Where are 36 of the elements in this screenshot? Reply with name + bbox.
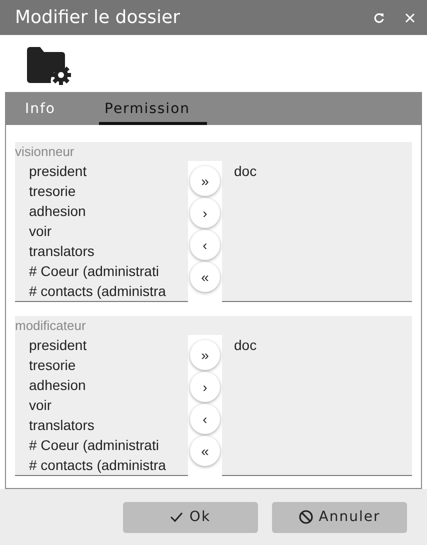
list-item[interactable]: tresorie: [29, 355, 188, 375]
ok-button[interactable]: Ok: [123, 502, 258, 532]
list-item[interactable]: voir: [29, 221, 188, 241]
section-label: modificateur: [15, 317, 87, 335]
refresh-icon[interactable]: [373, 12, 385, 24]
section-label: visionneur: [15, 143, 76, 161]
transfer-button[interactable]: »: [190, 166, 220, 196]
list-item[interactable]: voir: [29, 395, 188, 415]
list-item[interactable]: adhesion: [29, 375, 188, 395]
list-item[interactable]: tresorie: [29, 181, 188, 201]
transfer-button[interactable]: «: [190, 262, 220, 292]
tab[interactable]: Permission: [98, 96, 208, 125]
check-icon: [170, 512, 184, 522]
list-item[interactable]: doc: [234, 161, 412, 181]
transfer-button[interactable]: »: [190, 340, 220, 370]
list-item[interactable]: # contacts (administra: [29, 281, 188, 301]
list-item[interactable]: translators: [29, 241, 188, 261]
tab[interactable]: Info: [19, 96, 72, 125]
transfer-button[interactable]: ›: [190, 372, 220, 402]
folder-gear-icon: [27, 47, 73, 87]
transfer-button[interactable]: ›: [190, 198, 220, 228]
list-item[interactable]: # Coeur (administrati: [29, 435, 188, 455]
cancel-button[interactable]: Annuler: [272, 502, 407, 532]
list-item[interactable]: # Coeur (administrati: [29, 261, 188, 281]
transfer-button[interactable]: ‹: [190, 404, 220, 434]
list-item[interactable]: president: [29, 335, 188, 355]
prohibited-icon: [298, 510, 313, 524]
transfer-button[interactable]: «: [190, 436, 220, 466]
list-item[interactable]: doc: [234, 335, 412, 355]
close-icon[interactable]: [405, 12, 415, 22]
transfer-button[interactable]: ‹: [190, 230, 220, 260]
list-item[interactable]: translators: [29, 415, 188, 435]
list-item[interactable]: # contacts (administra: [29, 455, 188, 475]
list-item[interactable]: president: [29, 161, 188, 181]
list-item[interactable]: adhesion: [29, 201, 188, 221]
window-title: Modifier le dossier: [15, 7, 181, 28]
